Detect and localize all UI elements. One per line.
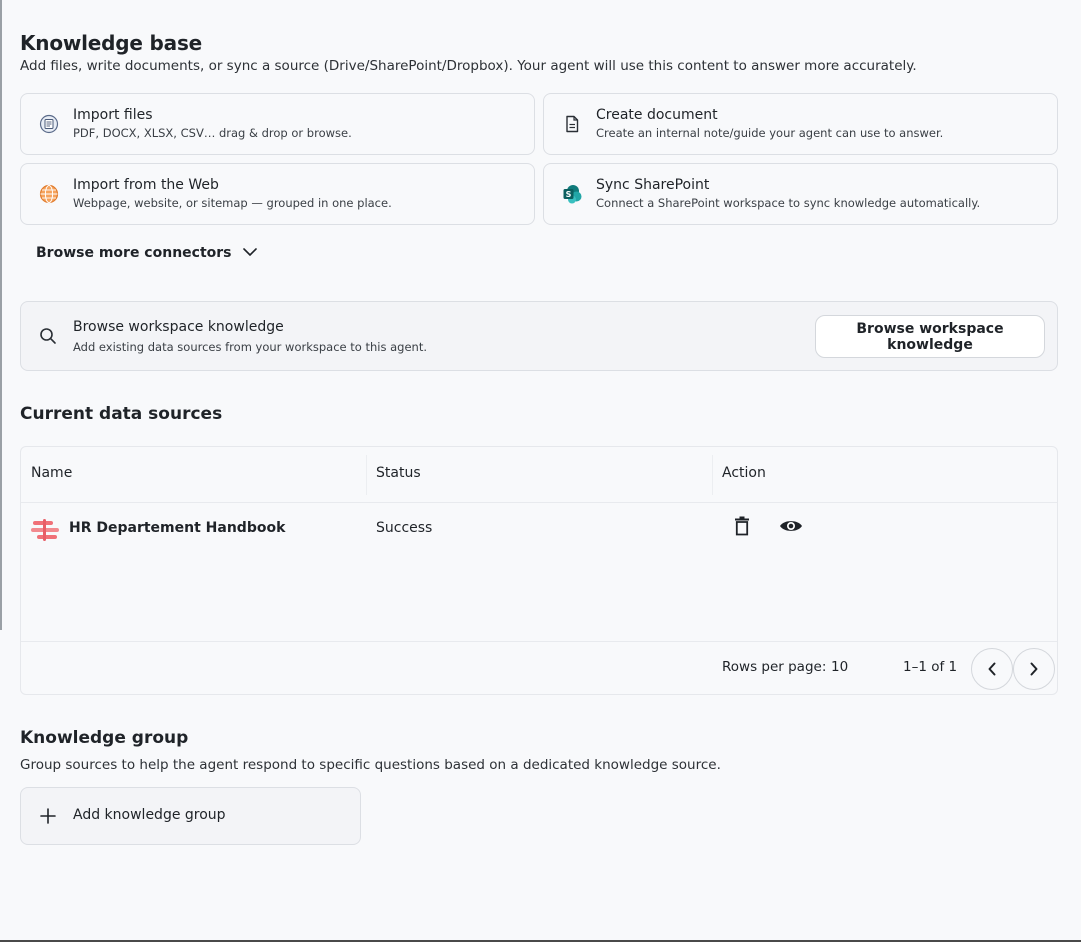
search-icon	[39, 327, 57, 349]
card-subtitle: Connect a SharePoint workspace to sync k…	[596, 196, 981, 210]
card-subtitle: Webpage, website, or sitemap — grouped i…	[73, 196, 392, 210]
sharepoint-icon: S	[562, 184, 582, 204]
previous-page-button[interactable]	[971, 648, 1013, 690]
knowledge-base-subtitle: Add files, write documents, or sync a so…	[20, 58, 917, 74]
globe-icon	[39, 184, 59, 204]
card-title: Sync SharePoint	[596, 177, 710, 193]
browse-workspace-button[interactable]: Browse workspace knowledge	[815, 315, 1045, 358]
card-title: Import from the Web	[73, 177, 219, 193]
table-pagination: Rows per page: 10 1–1 of 1	[21, 641, 1057, 695]
rows-per-page-label: Rows per page:	[722, 659, 827, 675]
source-status: Success	[376, 520, 433, 536]
workspace-knowledge-panel: Browse workspace knowledge Add existing …	[20, 301, 1058, 371]
browse-more-label: Browse more connectors	[36, 245, 232, 261]
pagination-range: 1–1 of 1	[903, 659, 958, 675]
import-web-card[interactable]: Import from the Web Webpage, website, or…	[20, 163, 535, 225]
view-eye-icon[interactable]	[778, 514, 804, 538]
import-files-card[interactable]: Import files PDF, DOCX, XLSX, CSV… drag …	[20, 93, 535, 155]
add-knowledge-group-label: Add knowledge group	[73, 807, 226, 823]
window-edge	[0, 0, 2, 630]
column-header-name[interactable]: Name	[31, 465, 72, 481]
data-sources-title: Current data sources	[20, 404, 223, 424]
add-knowledge-group-button[interactable]: Add knowledge group	[20, 787, 361, 845]
card-title: Import files	[73, 107, 153, 123]
rows-per-page-select[interactable]: 10	[831, 659, 848, 675]
column-header-status[interactable]: Status	[376, 465, 421, 481]
source-name[interactable]: HR Departement Handbook	[69, 520, 285, 536]
card-subtitle: PDF, DOCX, XLSX, CSV… drag & drop or bro…	[73, 126, 352, 140]
knowledge-group-title: Knowledge group	[20, 728, 189, 748]
next-page-button[interactable]	[1013, 648, 1055, 690]
column-divider	[712, 455, 713, 495]
data-sources-table: Name Status Action HR Departement Handbo…	[20, 446, 1058, 695]
workspace-subtitle: Add existing data sources from your work…	[73, 340, 427, 354]
card-title: Create document	[596, 107, 718, 123]
card-subtitle: Create an internal note/guide your agent…	[596, 126, 944, 140]
sync-sharepoint-card[interactable]: S Sync SharePoint Connect a SharePoint w…	[543, 163, 1058, 225]
plus-icon	[39, 807, 57, 829]
handbook-source-icon	[31, 518, 61, 546]
column-header-action: Action	[722, 465, 766, 481]
import-files-icon	[39, 114, 59, 134]
table-header: Name Status Action	[21, 447, 1057, 503]
svg-text:S: S	[566, 190, 572, 199]
chevron-down-icon	[242, 245, 258, 261]
workspace-title: Browse workspace knowledge	[73, 319, 284, 335]
create-document-card[interactable]: Create document Create an internal note/…	[543, 93, 1058, 155]
document-icon	[562, 114, 582, 134]
table-row[interactable]: HR Departement Handbook Success	[21, 504, 1057, 554]
knowledge-group-subtitle: Group sources to help the agent respond …	[20, 757, 721, 773]
delete-icon[interactable]	[730, 514, 754, 538]
knowledge-base-title: Knowledge base	[20, 31, 203, 55]
column-divider	[366, 455, 367, 495]
browse-more-connectors-toggle[interactable]: Browse more connectors	[36, 245, 258, 261]
